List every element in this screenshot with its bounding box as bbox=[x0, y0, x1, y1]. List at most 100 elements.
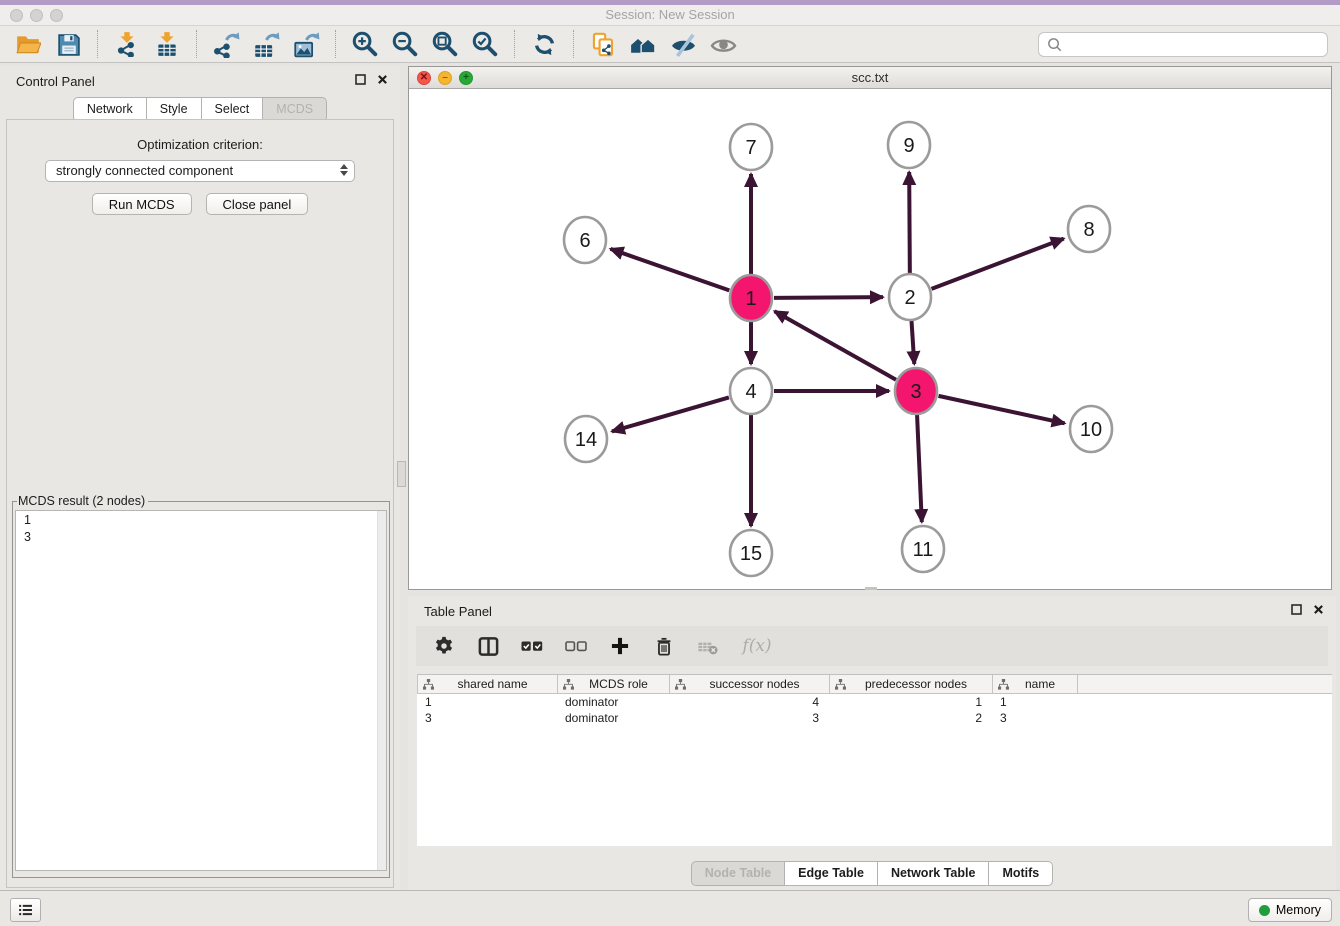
unselect-all-columns-button[interactable] bbox=[564, 634, 588, 658]
graph-node-9[interactable]: 9 bbox=[888, 122, 930, 168]
hide-selected-button[interactable] bbox=[663, 28, 703, 60]
float-panel-icon[interactable] bbox=[355, 74, 366, 85]
graph-node-3[interactable]: 3 bbox=[895, 368, 937, 414]
column-header-successor-nodes[interactable]: successor nodes bbox=[670, 675, 830, 693]
show-panels-button[interactable] bbox=[10, 898, 41, 922]
import-table-button[interactable] bbox=[147, 28, 187, 60]
column-header-MCDS-role[interactable]: MCDS role bbox=[558, 675, 670, 693]
table-cell: 3 bbox=[669, 711, 829, 725]
table-settings-button[interactable] bbox=[432, 634, 456, 658]
show-columns-button[interactable] bbox=[476, 634, 500, 658]
hierarchy-icon bbox=[998, 679, 1009, 690]
homes-icon bbox=[628, 29, 658, 59]
graph-edge-2-3[interactable] bbox=[911, 320, 914, 364]
graph-node-2[interactable]: 2 bbox=[889, 274, 931, 320]
panel-splitter-handle[interactable] bbox=[397, 461, 406, 487]
column-label: successor nodes bbox=[699, 677, 799, 691]
network-maximize-icon[interactable]: + bbox=[459, 71, 473, 85]
hierarchy-icon bbox=[563, 679, 574, 690]
run-mcds-button[interactable]: Run MCDS bbox=[92, 193, 192, 215]
save-session-button[interactable] bbox=[48, 28, 88, 60]
close-window-icon[interactable] bbox=[10, 9, 23, 22]
graph-node-10[interactable]: 10 bbox=[1070, 406, 1112, 452]
show-hidden-button[interactable] bbox=[703, 28, 743, 60]
graph-node-11[interactable]: 11 bbox=[902, 526, 944, 572]
search-input[interactable] bbox=[1068, 37, 1327, 52]
network-close-icon[interactable]: ✕ bbox=[417, 71, 431, 85]
float-table-panel-icon[interactable] bbox=[1291, 604, 1302, 615]
graph-node-14[interactable]: 14 bbox=[565, 416, 607, 462]
zoom-out-button[interactable] bbox=[385, 28, 425, 60]
toolbar-separator bbox=[573, 30, 574, 58]
graph-node-6[interactable]: 6 bbox=[564, 217, 606, 263]
export-network-button[interactable] bbox=[206, 28, 246, 60]
network-window-title: scc.txt bbox=[409, 67, 1331, 88]
result-scrollbar[interactable] bbox=[377, 511, 386, 870]
tab-motifs[interactable]: Motifs bbox=[989, 861, 1053, 886]
memory-button[interactable]: Memory bbox=[1248, 898, 1332, 922]
import-table-icon bbox=[154, 31, 180, 57]
tab-node-table[interactable]: Node Table bbox=[691, 861, 785, 886]
column-header-shared-name[interactable]: shared name bbox=[418, 675, 558, 693]
add-column-button[interactable] bbox=[608, 634, 632, 658]
maximize-window-icon[interactable] bbox=[50, 9, 63, 22]
hierarchy-icon bbox=[675, 679, 686, 690]
graph-edge-2-8[interactable] bbox=[932, 239, 1064, 289]
close-panel-button[interactable]: Close panel bbox=[206, 193, 309, 215]
delete-column-button[interactable] bbox=[652, 634, 676, 658]
toolbar-separator bbox=[335, 30, 336, 58]
select-all-columns-button[interactable] bbox=[520, 634, 544, 658]
graph-edge-1-6[interactable] bbox=[610, 249, 729, 291]
tab-edge-table[interactable]: Edge Table bbox=[785, 861, 878, 886]
close-table-panel-icon[interactable] bbox=[1313, 604, 1324, 615]
optimization-criterion-select[interactable]: strongly connected component bbox=[45, 160, 355, 182]
network-window-titlebar[interactable]: ✕ – + scc.txt bbox=[409, 67, 1331, 89]
node-table[interactable]: shared nameMCDS role successor nodes prede… bbox=[417, 674, 1332, 846]
refresh-view-button[interactable] bbox=[524, 28, 564, 60]
copy-current-view-button[interactable] bbox=[583, 28, 623, 60]
graph-node-8[interactable]: 8 bbox=[1068, 206, 1110, 252]
window-resize-grip[interactable] bbox=[865, 587, 877, 590]
control-panel-title: Control Panel bbox=[0, 66, 400, 89]
graph-node-4[interactable]: 4 bbox=[730, 368, 772, 414]
zoom-in-button[interactable] bbox=[345, 28, 385, 60]
open-folder-icon bbox=[15, 31, 41, 57]
table-row[interactable]: 3dominator323 bbox=[417, 710, 1332, 726]
graph-edge-1-2[interactable] bbox=[774, 297, 883, 298]
column-header-predecessor-nodes[interactable]: predecessor nodes bbox=[830, 675, 993, 693]
select-stepper-icon bbox=[340, 164, 348, 176]
graph-node-7[interactable]: 7 bbox=[730, 124, 772, 170]
graph-canvas[interactable]: 7 9 6 8 1 2 4 3 14 10 15 11 bbox=[409, 89, 1331, 589]
export-table-button[interactable] bbox=[246, 28, 286, 60]
graph-edge-3-11[interactable] bbox=[917, 414, 922, 522]
zoom-fit-button[interactable] bbox=[425, 28, 465, 60]
tab-network-table[interactable]: Network Table bbox=[878, 861, 990, 886]
hierarchy-icon bbox=[835, 679, 846, 690]
search-icon bbox=[1046, 36, 1063, 53]
network-minimize-icon[interactable]: – bbox=[438, 71, 452, 85]
table-tabs: Node TableEdge TableNetwork TableMotifs bbox=[408, 861, 1336, 886]
import-network-button[interactable] bbox=[107, 28, 147, 60]
close-panel-icon[interactable] bbox=[377, 74, 388, 85]
show-all-views-button[interactable] bbox=[623, 28, 663, 60]
open-session-button[interactable] bbox=[8, 28, 48, 60]
trash-icon bbox=[653, 635, 675, 657]
graph-edge-3-10[interactable] bbox=[938, 396, 1064, 423]
search-field[interactable] bbox=[1038, 32, 1328, 57]
zoom-selected-button[interactable] bbox=[465, 28, 505, 60]
graph-edge-3-1[interactable] bbox=[775, 311, 896, 379]
table-row[interactable]: 1dominator411 bbox=[417, 694, 1332, 710]
mcds-result-text[interactable]: 1 3 bbox=[15, 510, 387, 871]
graph-node-15[interactable]: 15 bbox=[730, 530, 772, 576]
graph-edge-4-14[interactable] bbox=[612, 397, 729, 431]
network-view-window: ✕ – + scc.txt 7 9 6 8 1 2 4 3 14 10 15 11 bbox=[408, 66, 1332, 590]
list-menu-icon bbox=[15, 899, 37, 921]
export-image-button[interactable] bbox=[286, 28, 326, 60]
graph-node-1[interactable]: 1 bbox=[730, 275, 772, 321]
function-builder-button[interactable]: f(x) bbox=[740, 634, 774, 658]
graph-edge-2-9[interactable] bbox=[909, 172, 910, 274]
column-header-name[interactable]: name bbox=[993, 675, 1078, 693]
minimize-window-icon[interactable] bbox=[30, 9, 43, 22]
delete-table-button[interactable] bbox=[696, 634, 720, 658]
mcds-result-title: MCDS result (2 nodes) bbox=[17, 494, 148, 508]
